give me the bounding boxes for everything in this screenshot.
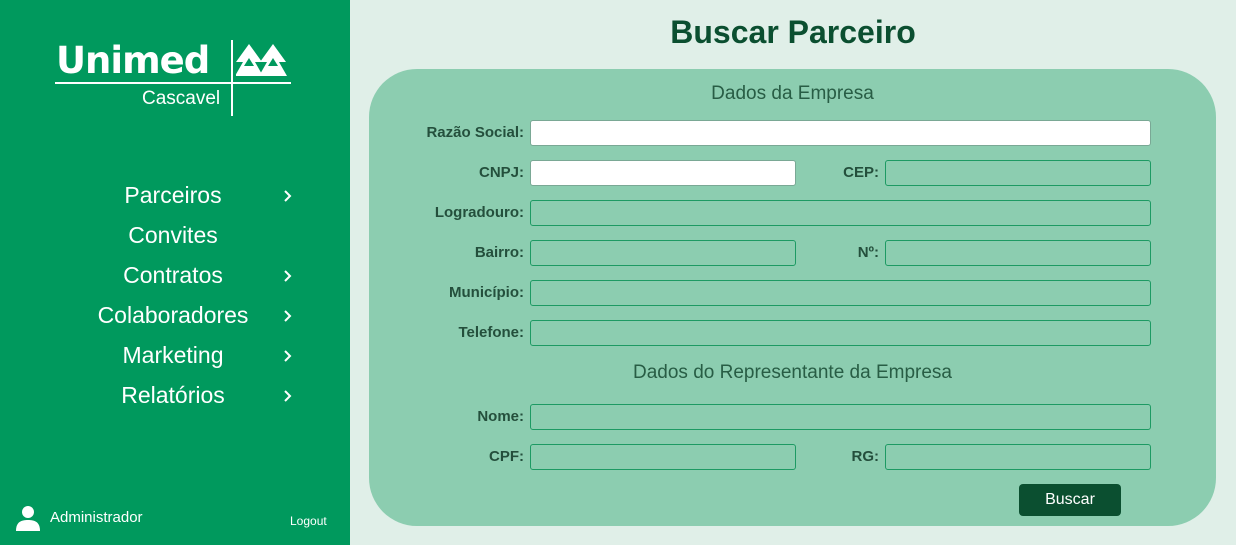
main-nav: Parceiros Convites Contratos Colaborador… [0,176,350,416]
page-title: Buscar Parceiro [670,14,916,50]
nome-label: Nome: [477,408,524,425]
cpf-input[interactable] [530,444,796,470]
razao-social-label: Razão Social: [426,124,524,141]
municipio-input[interactable] [530,280,1151,306]
representative-section-title: Dados do Representante da Empresa [633,362,952,383]
sidebar: Unimed Cascavel Parceiros Convites Contr… [0,0,350,545]
nav-item-relatorios[interactable]: Relatórios [0,376,350,416]
logo-wordmark: Unimed [56,39,210,82]
nav-item-marketing[interactable]: Marketing [0,336,350,376]
nav-item-contratos[interactable]: Contratos [0,256,350,296]
chevron-right-icon [284,190,292,202]
logo-trees-icon [236,44,287,76]
logo-location: Cascavel [142,88,221,109]
chevron-right-icon [284,390,292,402]
logradouro-label: Logradouro: [434,204,524,221]
nav-item-colaboradores[interactable]: Colaboradores [0,296,350,336]
nav-item-convites[interactable]: Convites [0,216,350,256]
cep-input[interactable] [885,160,1151,186]
unimed-logo: Unimed Cascavel [55,40,295,118]
logo-vertical-line [231,40,233,116]
company-section-title: Dados da Empresa [711,83,874,104]
telefone-label: Telefone: [458,324,524,341]
chevron-right-icon [284,310,292,322]
municipio-label: Município: [449,284,524,301]
cnpj-label: CNPJ: [478,164,524,181]
nav-label: Convites [128,222,218,248]
chevron-right-icon [284,270,292,282]
logradouro-input[interactable] [530,200,1151,226]
search-form-card: Dados da Empresa Razão Social: CNPJ: CEP… [369,69,1216,526]
razao-social-input[interactable] [530,120,1151,146]
bairro-label: Bairro: [474,244,524,261]
nome-input[interactable] [530,404,1151,430]
user-panel: Administrador Logout [15,503,335,533]
nav-item-parceiros[interactable]: Parceiros [0,176,350,216]
logout-link[interactable]: Logout [290,514,327,528]
search-button[interactable]: Buscar [1019,484,1121,516]
user-icon [16,506,40,531]
telefone-input[interactable] [530,320,1151,346]
chevron-right-icon [284,350,292,362]
cpf-label: CPF: [489,448,524,465]
cnpj-input[interactable] [530,160,796,186]
rg-input[interactable] [885,444,1151,470]
logo-horizontal-line [55,82,291,84]
numero-label: Nº: [857,244,879,261]
user-name: Administrador [50,509,143,526]
numero-input[interactable] [885,240,1151,266]
cep-label: CEP: [843,164,879,181]
rg-label: RG: [851,448,880,465]
bairro-input[interactable] [530,240,796,266]
